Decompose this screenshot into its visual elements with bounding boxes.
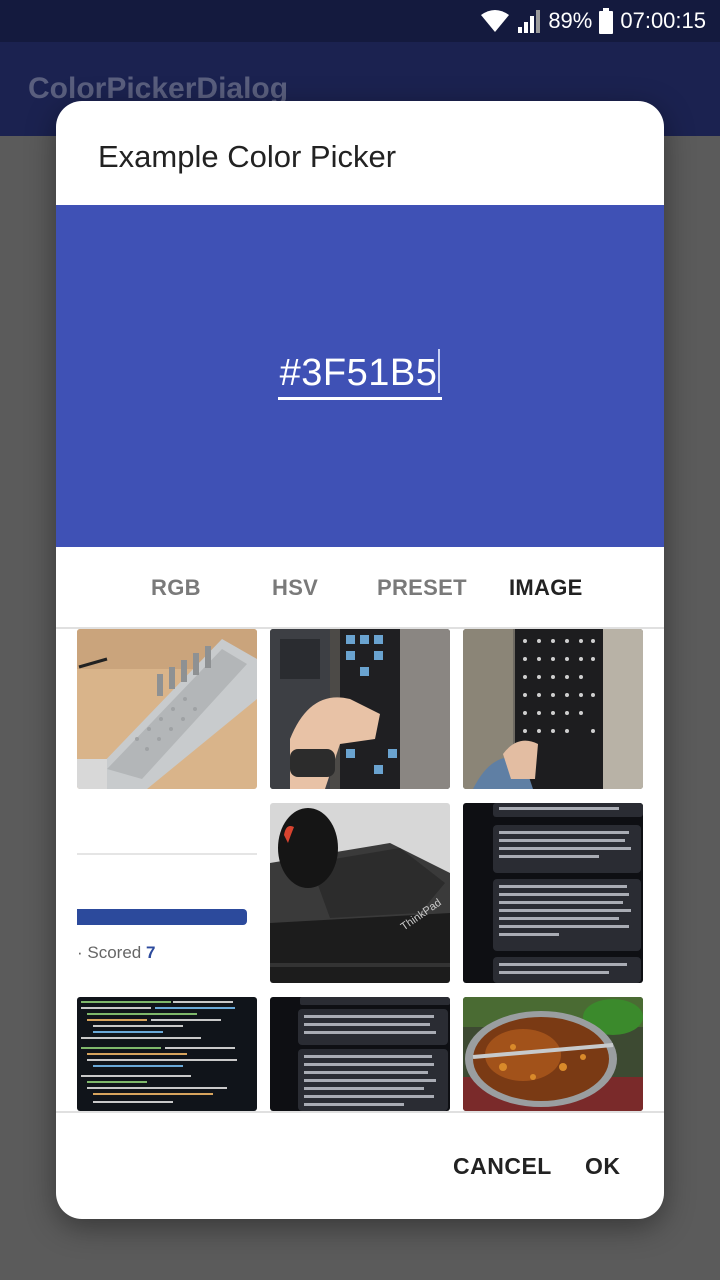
hex-color-input[interactable]: #3F51B5: [277, 349, 443, 400]
hex-color-value: #3F51B5: [279, 352, 438, 394]
image-keyboard-pcb[interactable]: [463, 629, 643, 789]
battery-percent: 89%: [548, 8, 593, 33]
image-quiz-screenshot[interactable]: · Scored 7: [77, 803, 257, 983]
clock: 07:00:15: [620, 8, 706, 33]
tab-preset[interactable]: PRESET: [377, 575, 467, 601]
image-hotpot[interactable]: [463, 997, 643, 1111]
cancel-button[interactable]: CANCEL: [453, 1153, 552, 1180]
tab-image[interactable]: IMAGE: [509, 575, 583, 601]
signal-icon: [516, 9, 542, 33]
dialog-title: Example Color Picker: [98, 139, 397, 174]
image-code-screenshot[interactable]: [77, 997, 257, 1111]
tab-hsv[interactable]: HSV: [272, 575, 318, 601]
image-grid[interactable]: · Scored 7 ThinkPad: [56, 629, 664, 1111]
quiz-score-label: · Scored: [77, 943, 146, 962]
color-picker-dialog: Example Color Picker #3F51B5 RGB HSV PRE…: [56, 101, 664, 1219]
tab-rgb[interactable]: RGB: [151, 575, 201, 601]
color-preview: #3F51B5: [56, 205, 664, 547]
image-mouse-laptop[interactable]: ThinkPad: [270, 803, 450, 983]
status-bar: 89% 07:00:15: [0, 0, 720, 42]
wifi-icon: [480, 9, 510, 33]
image-keyboard-plate[interactable]: [77, 629, 257, 789]
dialog-actions: CANCEL OK: [56, 1111, 664, 1219]
image-chat-screenshot-1[interactable]: [463, 803, 643, 983]
text-cursor: [438, 349, 441, 393]
ok-button[interactable]: OK: [585, 1153, 621, 1180]
quiz-score-value: 7: [145, 943, 156, 962]
tab-bar: RGB HSV PRESET IMAGE: [56, 547, 664, 629]
image-chat-screenshot-2[interactable]: [270, 997, 450, 1111]
image-keyboard-hand[interactable]: [270, 629, 450, 789]
battery-icon: [598, 8, 614, 34]
